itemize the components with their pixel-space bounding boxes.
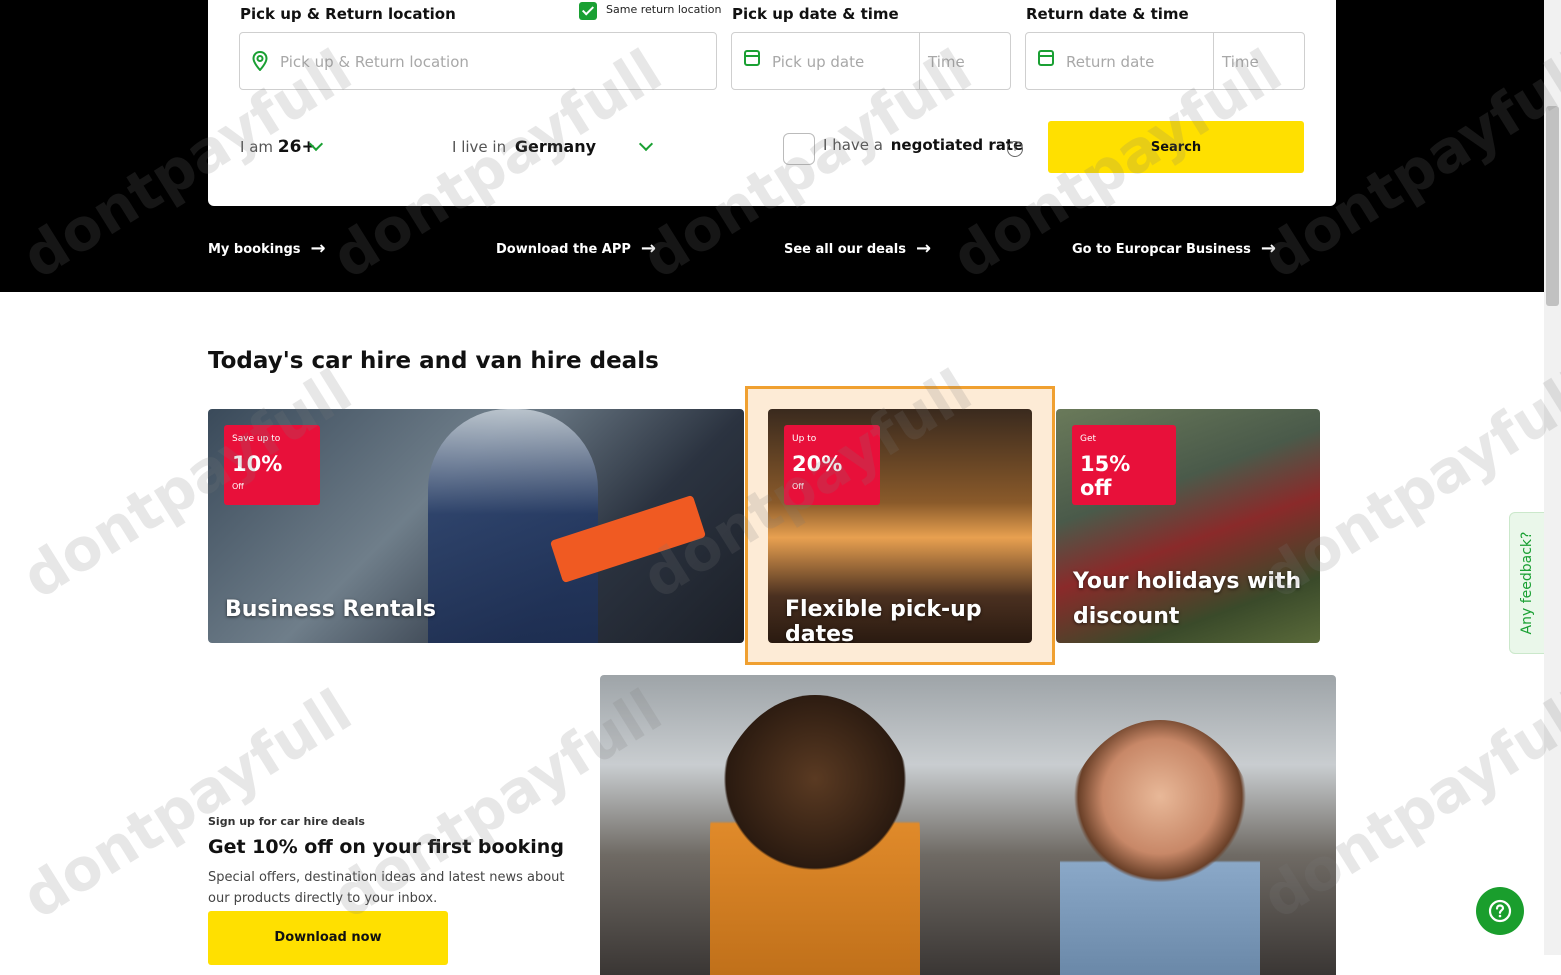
- discount-badge: Up to 20% Off: [784, 425, 880, 505]
- arrow-right-icon: →: [915, 238, 932, 259]
- location-placeholder: Pick up & Return location: [280, 53, 469, 71]
- pickup-label: Pick up date & time: [732, 5, 899, 23]
- person-image: [428, 409, 598, 643]
- download-now-button[interactable]: Download now: [208, 911, 448, 965]
- card-title: Your holidays with discount: [1073, 564, 1301, 634]
- arrow-right-icon: →: [1260, 238, 1276, 259]
- deal-card-flexible[interactable]: Up to 20% Off Flexible pick-up dates: [768, 409, 1032, 643]
- info-icon[interactable]: i: [1007, 141, 1023, 157]
- badge-value: 15% off: [1080, 452, 1131, 500]
- return-datetime-field[interactable]: Return date Time: [1025, 32, 1305, 90]
- all-deals-link[interactable]: See all our deals →: [784, 240, 931, 258]
- return-time-input[interactable]: Time: [1222, 53, 1259, 71]
- location-pin-icon: [252, 51, 268, 71]
- badge-post: Off: [792, 482, 804, 491]
- badge-value: 20%: [792, 452, 843, 476]
- calendar-icon: [744, 50, 760, 66]
- country-value: Germany: [514, 137, 597, 156]
- download-app-link[interactable]: Download the APP →: [496, 240, 656, 258]
- discount-badge: Get 15% off: [1072, 425, 1176, 505]
- location-input[interactable]: Pick up & Return location: [239, 32, 717, 90]
- badge-pre: Up to: [792, 434, 817, 444]
- signup-eyebrow: Sign up for car hire deals: [208, 815, 365, 828]
- help-chat-button[interactable]: [1476, 887, 1524, 935]
- pickup-time-input[interactable]: Time: [928, 53, 965, 71]
- scrollbar-thumb[interactable]: [1546, 106, 1559, 306]
- badge-post: Off: [232, 482, 244, 491]
- discount-badge: Save up to 10% Off: [224, 425, 320, 505]
- chevron-down-icon[interactable]: [638, 136, 654, 152]
- field-divider: [1213, 33, 1214, 89]
- card-title-line: discount: [1073, 604, 1180, 629]
- search-widget: Pick up & Return location Same return lo…: [208, 0, 1336, 206]
- feedback-tab[interactable]: Any feedback?: [1509, 512, 1545, 654]
- card-title: Business Rentals: [225, 597, 437, 622]
- badge-pre: Save up to: [232, 434, 281, 444]
- badge-pre: Get: [1080, 434, 1097, 444]
- same-return-checkbox[interactable]: [579, 2, 597, 20]
- deals-title: Today's car hire and van hire deals: [208, 348, 659, 374]
- promo-image: [600, 675, 1336, 975]
- card-title: Flexible pick-up dates: [785, 597, 982, 643]
- my-bookings-link[interactable]: My bookings →: [208, 240, 326, 258]
- same-return-label: Same return location: [606, 3, 722, 16]
- feedback-label: Any feedback?: [1519, 531, 1535, 635]
- person-left: [710, 695, 920, 975]
- negotiated-bold: negotiated rate: [890, 136, 1024, 154]
- calendar-icon: [1038, 50, 1054, 66]
- badge-value: 10%: [232, 452, 283, 476]
- card-title-line: Your holidays with: [1073, 569, 1302, 594]
- deal-card-holidays[interactable]: Get 15% off Your holidays with discount: [1056, 409, 1320, 643]
- age-selector[interactable]: I am 26+: [240, 137, 316, 157]
- signup-title: Get 10% off on your first booking: [208, 836, 564, 858]
- country-prefix: I live in: [452, 138, 507, 156]
- negotiated-rate-checkbox[interactable]: [783, 133, 815, 165]
- question-bubble-icon: [1488, 899, 1512, 923]
- search-button[interactable]: Search: [1048, 121, 1304, 173]
- arrow-right-icon: →: [310, 238, 326, 259]
- signup-description: Special offers, destination ideas and la…: [208, 870, 565, 906]
- deal-card-business[interactable]: Save up to 10% Off Business Rentals: [208, 409, 744, 643]
- pickup-datetime-field[interactable]: Pick up date Time: [731, 32, 1011, 90]
- person-right: [1060, 720, 1260, 975]
- negotiated-prefix: I have a: [823, 136, 883, 154]
- age-value: 26+: [277, 137, 316, 157]
- pickup-date-input[interactable]: Pick up date: [772, 53, 864, 71]
- link-label: See all our deals: [784, 241, 906, 257]
- field-divider: [919, 33, 920, 89]
- return-label: Return date & time: [1026, 5, 1189, 23]
- location-label: Pick up & Return location: [240, 5, 456, 23]
- country-selector[interactable]: I live in Germany: [452, 137, 596, 156]
- link-label: Go to Europcar Business: [1072, 241, 1251, 257]
- link-label: My bookings: [208, 241, 301, 257]
- age-prefix: I am: [240, 138, 273, 156]
- arrow-right-icon: →: [640, 238, 657, 259]
- europcar-business-link[interactable]: Go to Europcar Business →: [1072, 240, 1276, 258]
- return-date-input[interactable]: Return date: [1066, 53, 1154, 71]
- negotiated-rate-label: I have a negotiated rate: [823, 136, 1023, 154]
- check-icon: [581, 3, 595, 16]
- link-label: Download the APP: [496, 241, 631, 257]
